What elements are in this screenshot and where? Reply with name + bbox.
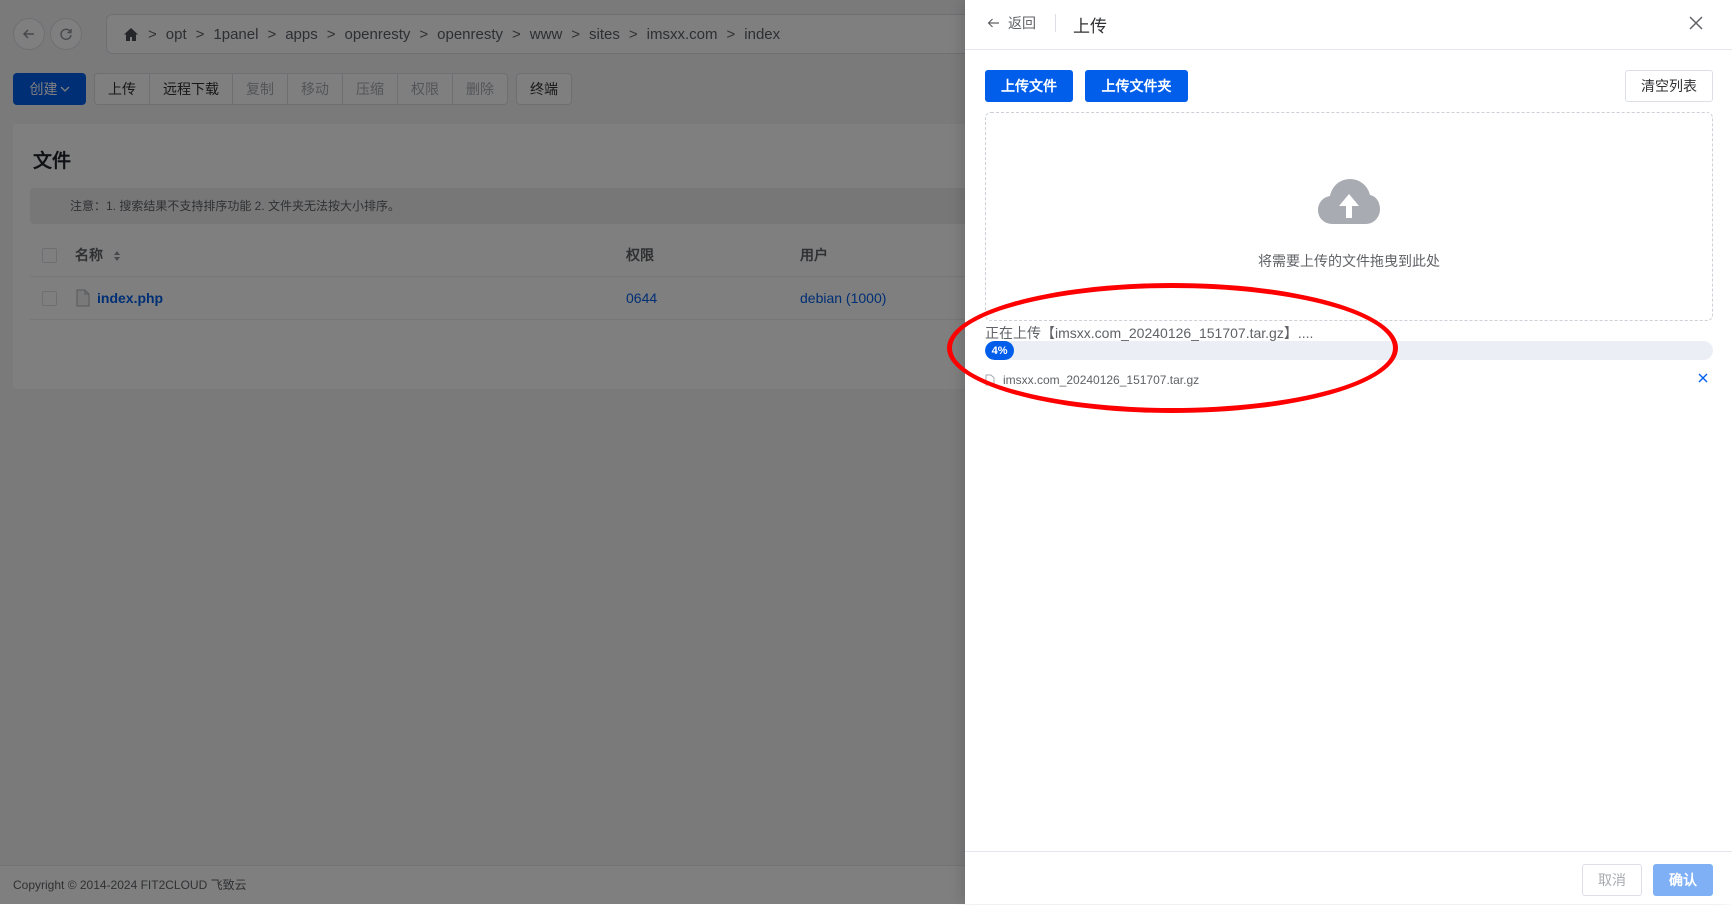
close-icon[interactable] (1687, 14, 1705, 32)
upload-folder-button[interactable]: 上传文件夹 (1085, 70, 1188, 102)
remove-icon[interactable] (1697, 372, 1709, 384)
header-divider (1055, 14, 1056, 32)
drawer-title: 上传 (1073, 17, 1107, 36)
drawer-footer: 取消 确认 (965, 851, 1732, 905)
annotation-highlight-ellipse (947, 283, 1398, 413)
confirm-button[interactable]: 确认 (1653, 864, 1713, 896)
upload-drawer: 返回 上传 上传文件 上传文件夹 清空列表 将需要上传的文件拖曳到此处 正在上传… (965, 0, 1732, 904)
drop-hint: 将需要上传的文件拖曳到此处 (1258, 253, 1440, 269)
back-label: 返回 (1008, 15, 1036, 31)
drawer-header: 返回 上传 (965, 0, 1732, 50)
cancel-button[interactable]: 取消 (1582, 864, 1642, 896)
clear-list-button[interactable]: 清空列表 (1625, 70, 1713, 102)
back-link[interactable]: 返回 (987, 13, 1036, 33)
back-arrow-icon (987, 18, 999, 28)
cloud-upload-icon (1318, 179, 1380, 224)
upload-file-button[interactable]: 上传文件 (985, 70, 1073, 102)
